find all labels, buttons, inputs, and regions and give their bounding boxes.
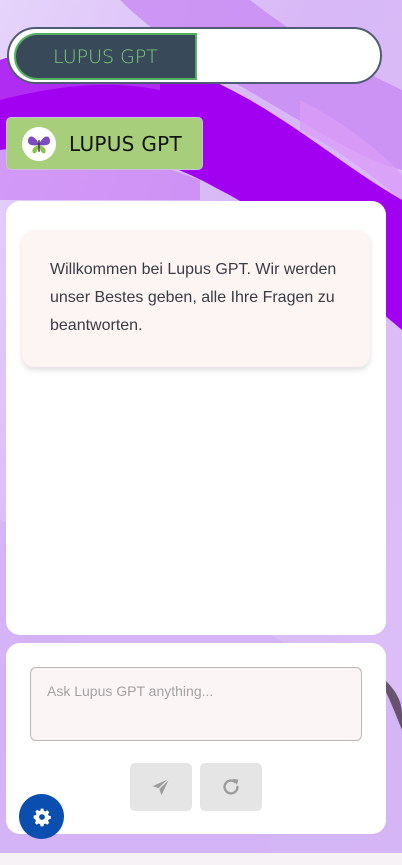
- gear-icon: [33, 808, 51, 826]
- composer-panel: [6, 643, 386, 834]
- refresh-icon: [223, 778, 239, 795]
- brand-badge: LUPUS GPT: [6, 117, 203, 170]
- settings-button[interactable]: [19, 794, 64, 839]
- tab-label: LUPUS GPT: [53, 45, 158, 68]
- header-pill: LUPUS GPT: [7, 27, 382, 84]
- send-icon: [152, 778, 170, 796]
- send-button[interactable]: [130, 763, 192, 811]
- footer-strip: [0, 853, 402, 865]
- brand-title: LUPUS GPT: [69, 131, 183, 156]
- prompt-input[interactable]: [30, 667, 362, 741]
- chat-panel: Willkommen bei Lupus GPT. Wir werden uns…: [6, 201, 386, 635]
- tab-lupus-gpt[interactable]: LUPUS GPT: [14, 33, 197, 80]
- butterfly-icon: [22, 126, 56, 161]
- welcome-message: Willkommen bei Lupus GPT. Wir werden uns…: [22, 230, 370, 367]
- refresh-button[interactable]: [200, 763, 262, 811]
